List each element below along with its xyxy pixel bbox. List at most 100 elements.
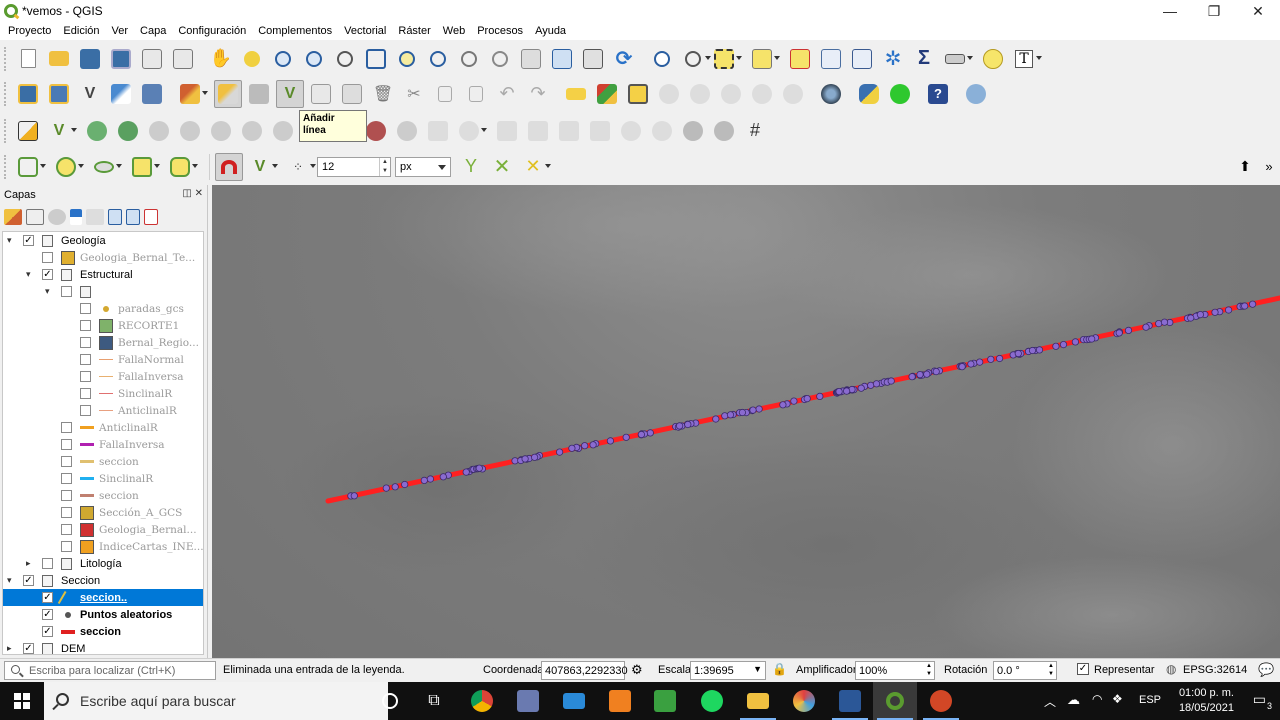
layer-group-row[interactable]: ▾ ✓ Estructural: [3, 266, 203, 283]
cortana-button[interactable]: [368, 682, 412, 720]
layer-row[interactable]: FallaInversa: [3, 436, 203, 453]
minimize-button[interactable]: —: [1148, 0, 1192, 22]
lock-icon[interactable]: 🔒: [772, 662, 787, 676]
layer-visibility-checkbox[interactable]: ✓: [23, 575, 34, 586]
label-properties-button[interactable]: [779, 80, 807, 108]
layer-visibility-checkbox[interactable]: [61, 541, 72, 552]
map-canvas[interactable]: [212, 185, 1280, 658]
rotation-field[interactable]: 0.0 ° ▲ ▼: [993, 661, 1057, 680]
toolbar-grip[interactable]: [4, 81, 8, 106]
taskbar-clock[interactable]: 01:00 p. m. 18/05/2021: [1179, 686, 1234, 716]
start-button[interactable]: [0, 682, 44, 720]
measure-button[interactable]: [941, 45, 973, 73]
layer-visibility-checkbox[interactable]: [61, 507, 72, 518]
close-button[interactable]: ✕: [1236, 0, 1280, 22]
digitize-button[interactable]: [107, 80, 135, 108]
show-hide-labels-button[interactable]: [748, 80, 776, 108]
layer-row[interactable]: Geologia_Bernal...: [3, 521, 203, 538]
pan-button[interactable]: ✋: [207, 45, 235, 73]
add-raster-button[interactable]: [138, 80, 166, 108]
layer-visibility-checkbox[interactable]: [42, 558, 53, 569]
layer-visibility-checkbox[interactable]: [61, 422, 72, 433]
circle-digitizing-button[interactable]: [52, 153, 84, 181]
layer-visibility-checkbox[interactable]: ✓: [42, 609, 53, 620]
vertex-tool-button[interactable]: [307, 80, 335, 108]
current-edits-button[interactable]: [176, 80, 208, 108]
select-by-value-button[interactable]: [748, 45, 780, 73]
field-calculator-button[interactable]: [848, 45, 876, 73]
layer-visibility-checkbox[interactable]: [80, 337, 91, 348]
chrome-app[interactable]: [460, 682, 504, 720]
layer-visibility-checkbox[interactable]: ✓: [42, 592, 53, 603]
delete-ring-button[interactable]: [176, 117, 204, 145]
layer-visibility-checkbox[interactable]: [61, 473, 72, 484]
save-project-button[interactable]: [76, 45, 104, 73]
delete-selected-button[interactable]: 🗑: [369, 80, 397, 108]
manage-visibility-icon[interactable]: [48, 209, 66, 225]
layer-visibility-checkbox[interactable]: [61, 456, 72, 467]
snapping-type-button[interactable]: V: [246, 153, 278, 181]
move-label-button[interactable]: [655, 80, 683, 108]
sublime-app[interactable]: [598, 682, 642, 720]
layer-visibility-checkbox[interactable]: [80, 320, 91, 331]
layer-row[interactable]: Bernal_Regio...: [3, 334, 203, 351]
add-group-icon[interactable]: [26, 209, 44, 225]
zoom-rubberband-button[interactable]: [331, 45, 359, 73]
layer-visibility-checkbox[interactable]: [61, 490, 72, 501]
fill-ring-button[interactable]: [145, 117, 173, 145]
identify-button[interactable]: [648, 45, 676, 73]
add-vector-button[interactable]: V: [76, 80, 104, 108]
magnifier-spin-arrows[interactable]: ▲ ▼: [926, 662, 932, 678]
toolbar-grip[interactable]: [4, 154, 8, 179]
ellipse-digitizing-button[interactable]: [90, 153, 122, 181]
taskbar-search-box[interactable]: Escribe aquí para buscar: [44, 682, 388, 720]
redo-button[interactable]: ↷: [524, 80, 552, 108]
new-map-view-button[interactable]: [548, 45, 576, 73]
map-tips-button[interactable]: [979, 45, 1007, 73]
enable-snapping-button[interactable]: [215, 152, 243, 181]
layer-row[interactable]: IndiceCartas_INE...: [3, 538, 203, 555]
reverse-line-button[interactable]: [555, 117, 583, 145]
rotate-label-button[interactable]: [686, 80, 714, 108]
shape-digitizing-button[interactable]: [14, 153, 46, 181]
crs-label[interactable]: EPSG:32614: [1183, 664, 1247, 676]
expanded-arrow-icon[interactable]: ▾: [45, 286, 55, 297]
snapping-mode-button[interactable]: ⁘: [284, 153, 316, 181]
app-swirl[interactable]: [782, 682, 826, 720]
temporal-controller-button[interactable]: [579, 45, 607, 73]
open-project-button[interactable]: [45, 45, 73, 73]
layer-row[interactable]: paradas_gcs: [3, 300, 203, 317]
scale-features-button[interactable]: [493, 117, 521, 145]
help-button[interactable]: ?: [924, 80, 952, 108]
layer-row[interactable]: Geologia_Bernal_Te...: [3, 249, 203, 266]
change-label-button[interactable]: [717, 80, 745, 108]
collapse-all-icon[interactable]: [126, 209, 140, 225]
delete-part-button[interactable]: [207, 117, 235, 145]
layer-row[interactable]: FallaNormal: [3, 351, 203, 368]
layer-visibility-checkbox[interactable]: [42, 252, 53, 263]
sheets-app[interactable]: [643, 682, 687, 720]
layer-row[interactable]: SinclinalR: [3, 385, 203, 402]
app-feather[interactable]: [506, 682, 550, 720]
layer-row[interactable]: Sección_A_GCS: [3, 504, 203, 521]
self-snapping-button[interactable]: ✕: [519, 153, 551, 181]
zoom-to-layer-button[interactable]: [424, 45, 452, 73]
attribute-table-button[interactable]: [817, 45, 845, 73]
menu-configuracion[interactable]: Configuración: [172, 25, 252, 37]
layer-visibility-checkbox[interactable]: [80, 388, 91, 399]
layer-group-row[interactable]: ▸ ✓ DEM: [3, 640, 203, 654]
modify-attributes-button[interactable]: [338, 80, 366, 108]
layer-visibility-checkbox[interactable]: ✓: [42, 269, 53, 280]
word-app[interactable]: [828, 682, 872, 720]
menu-raster[interactable]: Ráster: [392, 25, 436, 37]
menu-edicion[interactable]: Edición: [57, 25, 105, 37]
layer-group-row[interactable]: ▾ ✓ Geología: [3, 232, 203, 249]
reshape-button[interactable]: [238, 117, 266, 145]
menu-procesos[interactable]: Procesos: [471, 25, 529, 37]
zoom-last-button[interactable]: [486, 45, 514, 73]
language-indicator[interactable]: ESP: [1139, 694, 1161, 706]
layer-row[interactable]: ✓ seccion: [3, 623, 203, 640]
notifications-icon[interactable]: ▭: [1253, 691, 1266, 708]
extents-toggle-icon[interactable]: ⚙: [631, 662, 643, 678]
polygon-digitizing-button[interactable]: [166, 153, 198, 181]
